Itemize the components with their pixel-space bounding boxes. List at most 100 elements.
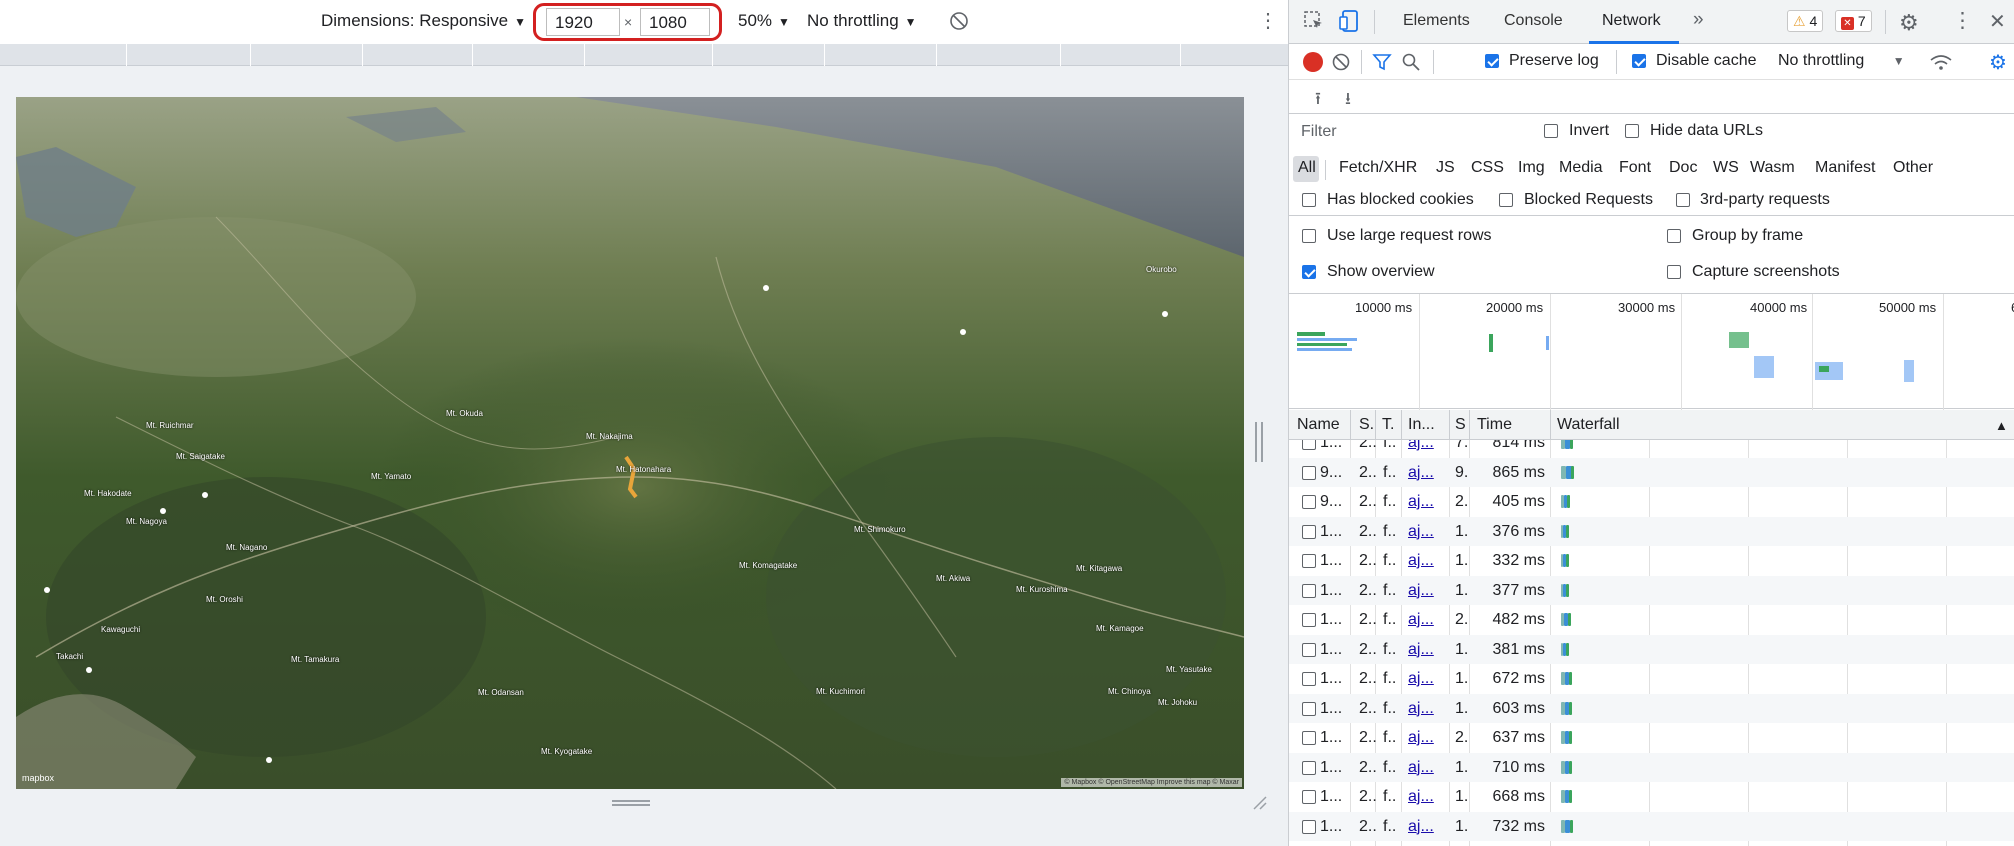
type-filter-other[interactable]: Other [1893, 159, 1933, 177]
type-filter-font[interactable]: Font [1619, 159, 1651, 177]
tab-console[interactable]: Console [1504, 12, 1563, 30]
bottom-resize-handle[interactable] [612, 798, 650, 810]
row-checkbox[interactable] [1302, 819, 1316, 834]
zoom-dropdown[interactable]: 50% ▼ [738, 11, 790, 31]
cell-initiator[interactable]: aj... [1408, 641, 1434, 659]
throttling-dropdown[interactable]: No throttling ▼ [807, 11, 917, 31]
invert-checkbox[interactable] [1544, 124, 1558, 138]
row-checkbox[interactable] [1302, 731, 1316, 745]
table-row[interactable]: 1... 2.. f.. aj... 2. 482 ms [1289, 605, 2014, 635]
type-filter-media[interactable]: Media [1559, 159, 1603, 177]
cell-initiator[interactable]: aj... [1408, 464, 1434, 482]
cell-initiator[interactable]: aj... [1408, 700, 1434, 718]
more-tabs-icon[interactable]: » [1693, 9, 1704, 31]
type-filter-all[interactable]: All [1298, 159, 1316, 177]
customize-menu-icon[interactable]: ⋮ [1952, 8, 1973, 33]
more-options-icon[interactable]: ⋮ [1258, 8, 1278, 33]
type-filter-manifest[interactable]: Manifest [1815, 159, 1875, 177]
column-initiator[interactable]: In... [1408, 416, 1435, 434]
row-checkbox[interactable] [1302, 701, 1316, 716]
type-filter-doc[interactable]: Doc [1669, 159, 1697, 177]
column-time[interactable]: Time [1477, 416, 1512, 434]
type-filter-wasm[interactable]: Wasm [1750, 159, 1795, 177]
rotate-icon[interactable] [948, 10, 970, 37]
preserve-log-checkbox[interactable] [1485, 54, 1499, 68]
row-checkbox[interactable] [1302, 554, 1316, 568]
record-icon[interactable] [1303, 52, 1323, 72]
tab-elements[interactable]: Elements [1403, 12, 1470, 30]
cell-initiator[interactable]: aj... [1408, 582, 1434, 600]
row-checkbox[interactable] [1302, 642, 1316, 657]
row-checkbox[interactable] [1302, 790, 1316, 804]
table-row[interactable]: 9... 2.. f.. aj... 2. 405 ms [1289, 487, 2014, 517]
cell-initiator[interactable]: aj... [1408, 611, 1434, 629]
disable-cache-checkbox[interactable] [1632, 54, 1646, 68]
dimensions-dropdown[interactable]: Dimensions: Responsive ▼ [321, 11, 526, 31]
cell-initiator[interactable]: aj... [1408, 493, 1434, 511]
table-row[interactable]: 1... 2.. f.. aj... 1. 377 ms [1289, 575, 2014, 605]
cell-initiator[interactable]: aj... [1408, 729, 1434, 747]
row-checkbox[interactable] [1302, 613, 1316, 627]
table-row[interactable]: 1... 2.. f.. aj... 2. 637 ms [1289, 723, 2014, 753]
has-blocked-cookies-checkbox[interactable] [1302, 193, 1316, 207]
right-resize-handle[interactable] [1255, 422, 1265, 462]
column-size[interactable]: S [1455, 416, 1466, 434]
table-row[interactable]: 1... 2.. f.. aj... 1. 672 ms [1289, 664, 2014, 694]
table-row[interactable]: 1... 2.. f.. aj... 1. 332 ms [1289, 546, 2014, 576]
third-party-checkbox[interactable] [1676, 193, 1690, 207]
table-row[interactable]: 1... 2.. f.. aj... 1. 376 ms [1289, 516, 2014, 546]
hide-data-urls-checkbox[interactable] [1625, 124, 1639, 138]
network-overview[interactable]: 10000 ms 20000 ms 30000 ms 40000 ms 5000… [1289, 293, 2014, 410]
cell-initiator[interactable]: aj... [1408, 552, 1434, 570]
table-row[interactable]: 1... 2.. f.. aj... 1. 668 ms [1289, 782, 2014, 812]
row-checkbox[interactable] [1302, 524, 1316, 539]
row-checkbox[interactable] [1302, 465, 1316, 480]
sort-ascending-icon[interactable]: ▲ [1995, 418, 2008, 433]
network-throttling-dropdown[interactable]: No throttling ▼ [1778, 52, 1905, 70]
table-row[interactable]: 1... 2.. f.. aj... 1. 732 ms [1289, 811, 2014, 841]
row-checkbox[interactable] [1302, 440, 1316, 450]
cell-initiator[interactable]: aj... [1408, 759, 1434, 777]
row-checkbox[interactable] [1302, 672, 1316, 686]
cell-initiator[interactable]: aj... [1408, 523, 1434, 541]
media-query-ruler[interactable] [0, 44, 1288, 66]
network-settings-icon[interactable]: ⚙ [1989, 50, 2007, 75]
table-row[interactable]: 1... 2.. f.. aj... 1. 381 ms [1289, 634, 2014, 664]
type-filter-ws[interactable]: WS [1713, 159, 1739, 177]
column-status[interactable]: S. [1359, 416, 1374, 434]
type-filter-css[interactable]: CSS [1471, 159, 1504, 177]
mapbox-logo[interactable]: mapbox [22, 773, 54, 783]
network-conditions-icon[interactable] [1929, 52, 1953, 77]
type-filter-js[interactable]: JS [1436, 159, 1455, 177]
corner-resize-handle[interactable] [1250, 793, 1270, 813]
group-by-frame-checkbox[interactable] [1667, 229, 1681, 243]
table-row[interactable]: 1... 2.. f.. aj... 7. 814 ms [1289, 440, 2014, 458]
column-type[interactable]: T. [1382, 416, 1394, 434]
cell-initiator[interactable]: aj... [1408, 788, 1434, 806]
show-overview-checkbox[interactable] [1302, 265, 1316, 279]
column-name[interactable]: Name [1297, 416, 1340, 434]
close-devtools-icon[interactable]: ✕ [1989, 9, 2006, 34]
large-rows-checkbox[interactable] [1302, 229, 1316, 243]
type-filter-img[interactable]: Img [1518, 159, 1545, 177]
table-row[interactable]: 9... 2.. f.. aj... 9. 865 ms [1289, 457, 2014, 487]
clear-icon[interactable] [1331, 52, 1351, 77]
column-waterfall[interactable]: Waterfall [1557, 416, 1620, 434]
map-viewport[interactable]: Mt. Ruichmar Mt. Okuda Mt. Nakajima Mt. … [16, 97, 1244, 789]
row-checkbox[interactable] [1302, 583, 1316, 598]
device-toolbar-icon[interactable] [1339, 9, 1361, 38]
blocked-requests-checkbox[interactable] [1499, 193, 1513, 207]
export-har-icon[interactable]: ⭳ [1345, 86, 1351, 115]
inspect-element-icon[interactable] [1303, 10, 1325, 37]
import-har-icon[interactable]: ⭱ [1315, 86, 1321, 115]
warnings-badge[interactable]: ⚠ 4 [1787, 10, 1824, 32]
tab-network[interactable]: Network [1602, 12, 1661, 30]
table-row[interactable]: 1... 2.. f.. aj... 1. 603 ms [1289, 693, 2014, 723]
type-filter-fetch-xhr[interactable]: Fetch/XHR [1339, 159, 1417, 177]
filter-icon[interactable] [1372, 52, 1392, 77]
cell-initiator[interactable]: aj... [1408, 818, 1434, 836]
errors-badge[interactable]: ✕ 7 [1835, 10, 1872, 32]
cell-initiator[interactable]: aj... [1408, 440, 1434, 452]
search-icon[interactable] [1401, 52, 1421, 77]
row-checkbox[interactable] [1302, 495, 1316, 509]
